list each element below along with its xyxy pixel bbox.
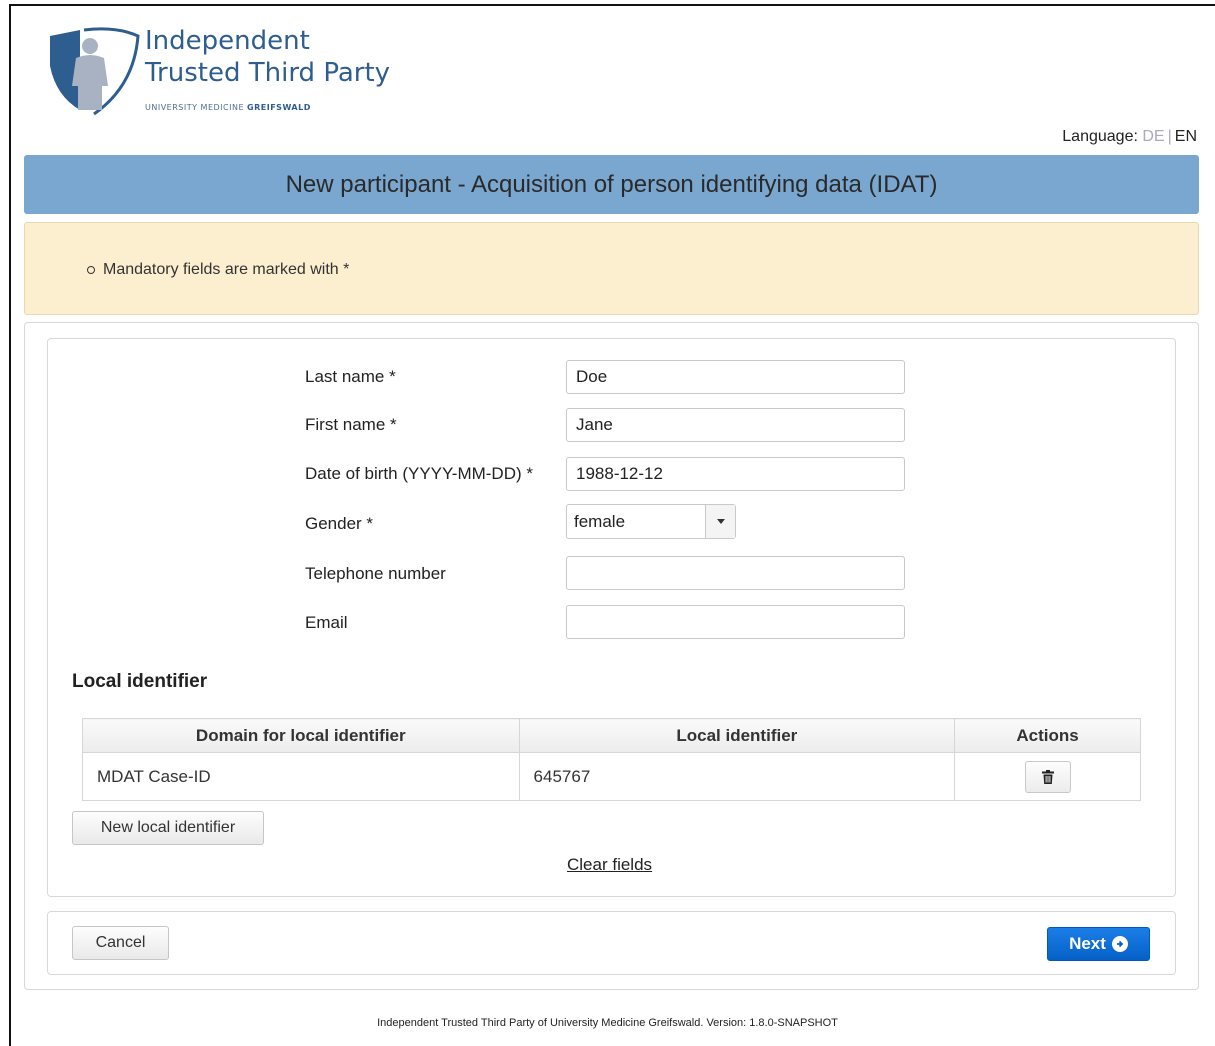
dob-input[interactable] bbox=[566, 457, 905, 491]
dob-label: Date of birth (YYYY-MM-DD) * bbox=[305, 464, 533, 483]
email-input[interactable] bbox=[566, 605, 905, 639]
local-identifier-table: Domain for local identifier Local identi… bbox=[82, 718, 1141, 801]
first-name-input[interactable] bbox=[566, 408, 905, 442]
cell-actions bbox=[954, 752, 1141, 801]
info-item-text: Mandatory fields are marked with * bbox=[103, 261, 350, 278]
phone-label: Telephone number bbox=[305, 564, 446, 583]
trash-icon bbox=[1041, 769, 1054, 784]
local-identifier-heading: Local identifier bbox=[72, 671, 208, 692]
language-option-en[interactable]: EN bbox=[1175, 128, 1197, 145]
next-button[interactable]: Next bbox=[1047, 927, 1150, 961]
column-header-domain[interactable]: Domain for local identifier bbox=[82, 718, 520, 753]
cell-identifier: 645767 bbox=[518, 752, 956, 801]
cell-domain: MDAT Case-ID bbox=[82, 752, 520, 801]
bullet-icon bbox=[87, 266, 95, 274]
gender-selected-value: female bbox=[574, 512, 626, 531]
first-name-label: First name * bbox=[305, 415, 397, 434]
chevron-down-icon bbox=[716, 519, 725, 524]
column-header-actions: Actions bbox=[954, 718, 1141, 753]
last-name-label: Last name * bbox=[305, 367, 396, 386]
next-button-label: Next bbox=[1069, 934, 1106, 953]
logo-title-line2: Trusted Third Party bbox=[145, 58, 391, 88]
language-option-de[interactable]: DE bbox=[1142, 128, 1164, 145]
clear-fields-link[interactable]: Clear fields bbox=[567, 855, 652, 875]
action-panel bbox=[47, 911, 1176, 975]
logo-title-line1: Independent bbox=[145, 26, 310, 56]
language-separator: | bbox=[1167, 128, 1172, 145]
table-row: MDAT Case-ID 645767 bbox=[82, 752, 1141, 801]
logo-subtitle: UNIVERSITY MEDICINE GREIFSWALD bbox=[145, 103, 311, 112]
page-title: New participant - Acquisition of person … bbox=[24, 155, 1199, 214]
logo: Independent Trusted Third Party UNIVERSI… bbox=[46, 26, 426, 116]
info-box: Mandatory fields are marked with * bbox=[24, 222, 1199, 315]
phone-input[interactable] bbox=[566, 556, 905, 590]
delete-button[interactable] bbox=[1024, 760, 1071, 793]
arrow-circle-right-icon bbox=[1111, 936, 1128, 952]
gender-label: Gender * bbox=[305, 514, 374, 533]
logo-shield-icon bbox=[50, 27, 140, 116]
language-label: Language: bbox=[1062, 128, 1138, 145]
gender-select[interactable]: female bbox=[566, 504, 736, 539]
email-label: Email bbox=[305, 613, 348, 632]
cancel-button[interactable]: Cancel bbox=[72, 926, 169, 960]
last-name-input[interactable] bbox=[566, 360, 905, 394]
column-header-identifier[interactable]: Local identifier bbox=[518, 718, 956, 753]
dropdown-toggle[interactable] bbox=[705, 505, 735, 538]
info-item: Mandatory fields are marked with * bbox=[87, 261, 349, 279]
table-header-row: Domain for local identifier Local identi… bbox=[82, 718, 1141, 753]
language-switcher: Language: DE | EN bbox=[1062, 128, 1197, 146]
new-local-identifier-button[interactable]: New local identifier bbox=[72, 811, 264, 845]
footer-text: Independent Trusted Third Party of Unive… bbox=[377, 1017, 838, 1029]
